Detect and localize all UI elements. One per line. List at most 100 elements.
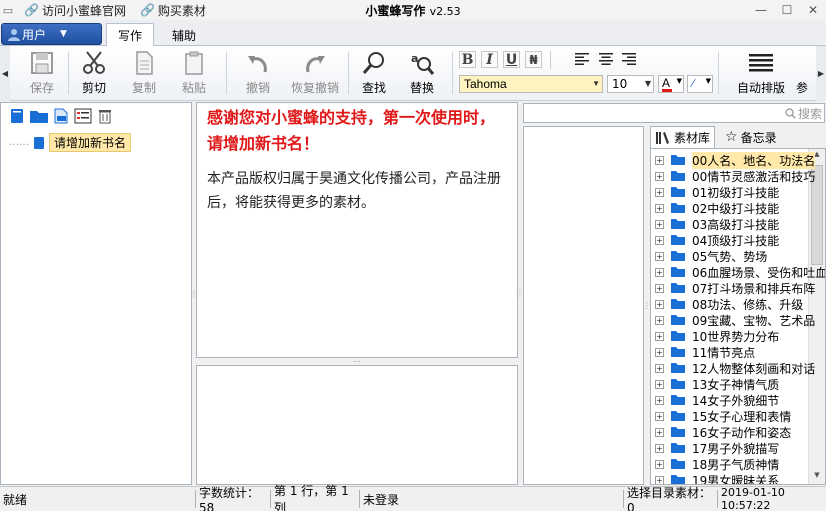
strikethrough-button[interactable]: ₦ — [525, 51, 542, 68]
library-folder-item[interactable]: +06血腥场景、受伤和吐血 — [655, 264, 825, 280]
italic-button[interactable]: I — [481, 51, 498, 68]
expand-icon[interactable]: + — [655, 267, 664, 277]
more-settings-button[interactable]: 参 — [792, 50, 812, 96]
library-folder-label: 12人物整体刻画和对话 — [692, 361, 816, 376]
library-folder-item[interactable]: +18男子气质神情 — [655, 456, 779, 472]
trash-icon[interactable] — [95, 107, 115, 125]
material-search-input[interactable]: 搜索 — [523, 103, 825, 123]
bold-button[interactable]: B — [459, 51, 476, 68]
library-folder-item[interactable]: +13女子神情气质 — [655, 376, 779, 392]
maximize-button[interactable]: ☐ — [774, 0, 800, 20]
search-button[interactable]: 搜索 — [785, 105, 822, 122]
library-folder-item[interactable]: +01初级打斗技能 — [655, 184, 779, 200]
editor-secondary[interactable] — [196, 365, 518, 485]
paste-button[interactable]: 粘贴 — [172, 50, 216, 96]
font-size-select[interactable]: 10 ▼ — [607, 75, 654, 93]
expand-icon[interactable]: + — [655, 459, 664, 469]
expand-icon[interactable]: + — [655, 427, 664, 437]
tab-memo[interactable]: ☆ 备忘录 — [721, 126, 781, 148]
undo-button[interactable]: 撤销 — [236, 50, 280, 96]
library-folder-item[interactable]: +10世界势力分布 — [655, 328, 779, 344]
replace-button[interactable]: a 替换 — [400, 50, 444, 96]
close-button[interactable]: ✕ — [800, 0, 826, 20]
library-folder-item[interactable]: +00人名、地名、功法名 — [655, 151, 816, 169]
find-button[interactable]: 查找 — [352, 50, 396, 96]
align-center-icon[interactable] — [598, 51, 614, 67]
autoformat-button[interactable]: 自动排版 — [736, 50, 786, 96]
minimize-button[interactable]: — — [748, 0, 774, 20]
expand-icon[interactable]: + — [655, 187, 664, 197]
library-folder-item[interactable]: +00情节灵感激活和技巧 — [655, 168, 815, 184]
library-folder-item[interactable]: +05气势、势场 — [655, 248, 767, 264]
folder-icon — [671, 427, 685, 437]
library-folder-item[interactable]: +17男子外貌描写 — [655, 440, 779, 456]
library-folder-item[interactable]: +08功法、修练、升级 — [655, 296, 803, 312]
expand-icon[interactable]: + — [655, 171, 664, 181]
buy-material-link[interactable]: 🔗 购买素材 — [140, 2, 206, 19]
highlight-color-button[interactable]: ⁄ ▼ — [687, 75, 713, 93]
tab-assist[interactable]: 辅助 — [160, 24, 208, 46]
expand-icon[interactable]: + — [655, 219, 664, 229]
system-menu-icon[interactable]: ▭ — [0, 4, 16, 17]
library-folder-item[interactable]: +15女子心理和表情 — [655, 408, 791, 424]
new-book-icon[interactable] — [7, 107, 27, 125]
library-folder-label: 13女子神情气质 — [692, 377, 780, 392]
ribbon-scroll-left[interactable]: ◀ — [0, 46, 10, 101]
align-left-icon[interactable] — [574, 51, 590, 67]
material-splitter[interactable]: ⋮ — [643, 126, 651, 485]
expand-icon[interactable]: + — [655, 283, 664, 293]
library-folder-item[interactable]: +02中级打斗技能 — [655, 200, 779, 216]
library-folder-item[interactable]: +07打斗场景和排兵布阵 — [655, 280, 815, 296]
expand-icon[interactable]: + — [655, 155, 664, 165]
folder-icon[interactable] — [29, 107, 49, 125]
expand-icon[interactable]: + — [655, 363, 664, 373]
expand-icon[interactable]: + — [655, 331, 664, 341]
expand-icon[interactable]: + — [655, 379, 664, 389]
expand-icon[interactable]: + — [655, 315, 664, 325]
visit-site-label: 访问小蜜蜂官网 — [41, 3, 126, 18]
list-icon[interactable] — [73, 107, 93, 125]
status-selected-material: 选择目录素材：0 — [627, 485, 712, 511]
folder-icon — [671, 251, 685, 261]
expand-icon[interactable]: + — [655, 443, 664, 453]
buy-material-label: 购买素材 — [157, 3, 206, 18]
cut-button[interactable]: 剪切 — [72, 50, 116, 96]
library-folder-item[interactable]: +14女子外貌细节 — [655, 392, 779, 408]
align-right-icon[interactable] — [621, 51, 637, 67]
expand-icon[interactable]: + — [655, 251, 664, 261]
tab-material-library[interactable]: 素材库 — [650, 126, 716, 148]
clipboard-icon — [185, 51, 203, 75]
font-name-select[interactable]: Tahoma ▼ — [459, 75, 603, 93]
expand-icon[interactable]: + — [655, 299, 664, 309]
user-menu-button[interactable]: 用户 ▼ — [1, 23, 102, 45]
library-folder-label: 09宝藏、宝物、艺术品 — [692, 313, 816, 328]
expand-icon[interactable]: + — [655, 411, 664, 421]
underline-button[interactable]: U — [503, 51, 520, 68]
document-icon[interactable] — [51, 107, 71, 125]
library-folder-item[interactable]: +09宝藏、宝物、艺术品 — [655, 312, 815, 328]
library-folder-item[interactable]: +16女子动作和姿态 — [655, 424, 791, 440]
save-button[interactable]: 保存 — [20, 50, 64, 96]
library-folder-item[interactable]: +03高级打斗技能 — [655, 216, 779, 232]
right-splitter[interactable]: ⋮ — [516, 102, 524, 485]
editor-splitter[interactable]: ⋯ — [196, 357, 518, 366]
font-color-button[interactable]: A ▼ — [658, 75, 684, 93]
library-folder-item[interactable]: +12人物整体刻画和对话 — [655, 360, 815, 376]
copy-button[interactable]: 复制 — [122, 50, 166, 96]
expand-icon[interactable]: + — [655, 347, 664, 357]
redo-button[interactable]: 恢复撤销 — [290, 50, 340, 96]
folder-icon — [671, 235, 685, 245]
expand-icon[interactable]: + — [655, 203, 664, 213]
library-folder-label: 08功法、修练、升级 — [692, 297, 804, 312]
expand-icon[interactable]: + — [655, 395, 664, 405]
ribbon-scroll-right[interactable]: ▶ — [816, 46, 826, 101]
scroll-down-icon[interactable]: ▼ — [809, 471, 825, 484]
editor-main[interactable]: 感谢您对小蜜蜂的支持，第一次使用时，请增加新书名！ 本产品版权归属于昊通文化传播… — [196, 102, 518, 358]
expand-icon[interactable]: + — [655, 235, 664, 245]
library-folder-item[interactable]: +04顶级打斗技能 — [655, 232, 779, 248]
tab-write[interactable]: 写作 — [106, 23, 154, 47]
library-folder-item[interactable]: +11情节亮点 — [655, 344, 755, 360]
status-login[interactable]: 未登录 — [360, 487, 420, 511]
visit-site-link[interactable]: 🔗 访问小蜜蜂官网 — [24, 2, 126, 19]
tree-item[interactable]: …… 请增加新书名 — [9, 133, 132, 152]
